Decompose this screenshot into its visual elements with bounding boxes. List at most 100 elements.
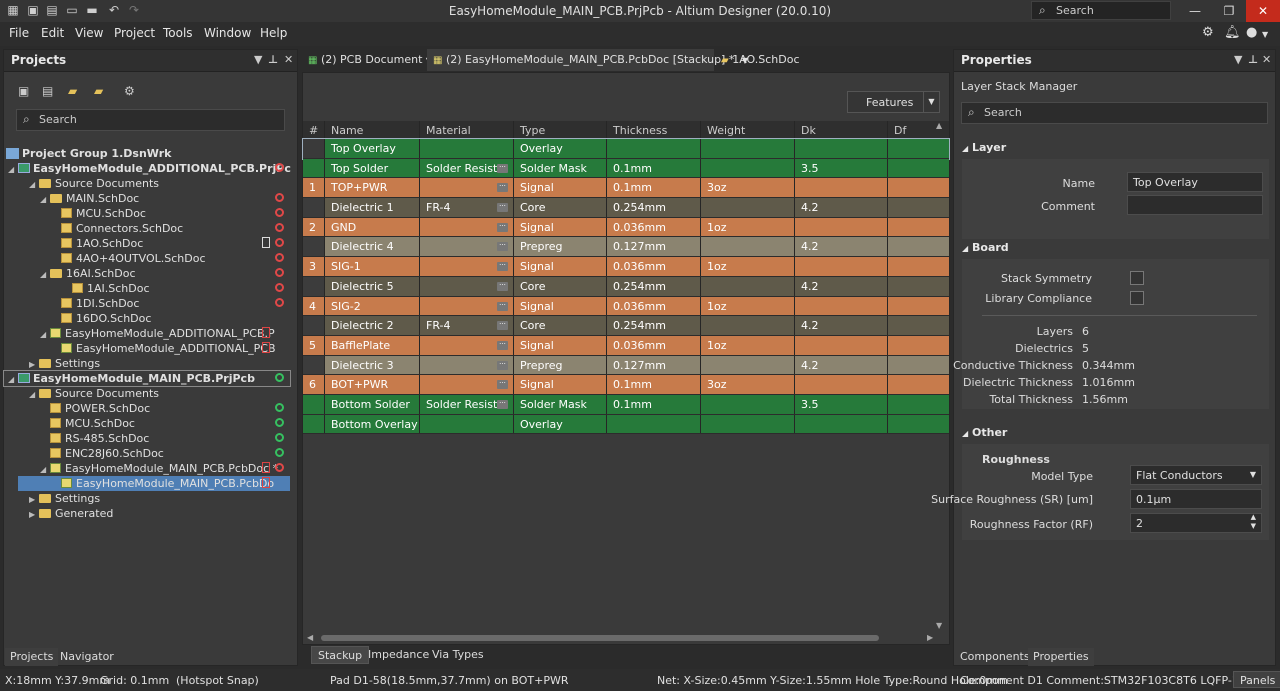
- stackup-row[interactable]: Dielectric 3 ··· Prepreg 0.127mm 4.2: [303, 355, 949, 376]
- cell-df[interactable]: [888, 415, 935, 434]
- stackup-row[interactable]: 2 GND ··· Signal 0.036mm 1oz: [303, 217, 949, 238]
- tab-components[interactable]: Components: [955, 648, 1035, 666]
- cell-name[interactable]: BafflePlate: [325, 335, 420, 355]
- cell-name[interactable]: Dielectric 1: [325, 198, 420, 217]
- collapse-arrow-icon[interactable]: ◢: [29, 177, 39, 192]
- material-browse-button[interactable]: ···: [497, 301, 508, 311]
- cell-type[interactable]: Prepreg: [514, 355, 607, 375]
- column-header-df[interactable]: Df: [888, 121, 935, 139]
- stackup-row[interactable]: Top Solder Solder Resist ··· Solder Mask 0.1…: [303, 158, 949, 179]
- tree-item[interactable]: ◢ MAIN.SchDoc: [18, 191, 290, 206]
- cell-weight[interactable]: 1oz: [701, 296, 795, 316]
- expand-arrow-icon[interactable]: ▶: [29, 507, 39, 522]
- cell-num[interactable]: 5: [303, 335, 325, 355]
- material-browse-button[interactable]: ···: [497, 203, 508, 213]
- cell-dk[interactable]: [795, 217, 888, 237]
- cell-thickness[interactable]: 0.036mm: [607, 296, 701, 316]
- cell-type[interactable]: Core: [514, 316, 607, 335]
- material-browse-button[interactable]: ···: [497, 281, 508, 291]
- cell-num[interactable]: 2: [303, 217, 325, 237]
- model-type-select[interactable]: Flat Conductors ▼: [1130, 465, 1262, 485]
- tree-item[interactable]: ◢ EasyHomeModule_ADDITIONAL_PCB.P: [18, 326, 290, 341]
- material-browse-button[interactable]: ···: [497, 399, 508, 409]
- scroll-left-icon[interactable]: ◀: [307, 633, 313, 642]
- stackup-row[interactable]: 4 SIG-2 ··· Signal 0.036mm 1oz: [303, 296, 949, 317]
- menu-edit[interactable]: Edit: [41, 26, 64, 40]
- column-header-material[interactable]: Material: [420, 121, 514, 139]
- cell-weight[interactable]: 1oz: [701, 335, 795, 355]
- cell-name[interactable]: TOP+PWR: [325, 178, 420, 198]
- tree-item[interactable]: RS-485.SchDoc: [18, 431, 290, 446]
- tree-item[interactable]: ▶ Generated: [18, 506, 290, 521]
- cell-dk[interactable]: 4.2: [795, 316, 888, 335]
- account-dropdown-icon[interactable]: ▼: [1262, 30, 1268, 39]
- project-options-folder-icon[interactable]: ▰: [94, 84, 103, 98]
- cell-name[interactable]: SIG-2: [325, 296, 420, 316]
- cell-name[interactable]: SIG-1: [325, 257, 420, 276]
- cell-num[interactable]: [303, 198, 325, 217]
- cell-type[interactable]: Signal: [514, 257, 607, 276]
- cell-thickness[interactable]: 0.1mm: [607, 375, 701, 394]
- cell-num[interactable]: [303, 139, 325, 158]
- cell-thickness[interactable]: 0.1mm: [607, 394, 701, 414]
- tree-item[interactable]: ◢ EasyHomeModule_MAIN_PCB.PcbDoc *: [18, 461, 290, 476]
- tree-item[interactable]: Project Group 1.DsnWrk: [4, 146, 290, 161]
- column-header-thickness[interactable]: Thickness: [607, 121, 701, 139]
- cell-name[interactable]: Bottom Overlay: [325, 414, 420, 434]
- cell-df[interactable]: [888, 316, 935, 335]
- expand-arrow-icon[interactable]: ▶: [29, 492, 39, 507]
- material-browse-button[interactable]: ···: [497, 242, 508, 252]
- tree-item[interactable]: Connectors.SchDoc: [18, 221, 290, 236]
- menu-help[interactable]: Help: [260, 26, 287, 40]
- close-button[interactable]: ✕: [1246, 0, 1280, 22]
- layer-name-input[interactable]: Top Overlay: [1127, 172, 1263, 192]
- cell-type[interactable]: Signal: [514, 375, 607, 394]
- tree-item[interactable]: ENC28J60.SchDoc: [18, 446, 290, 461]
- material-browse-button[interactable]: ···: [497, 222, 508, 232]
- panel-menu-icon[interactable]: ▼: [1234, 53, 1242, 66]
- cell-name[interactable]: Dielectric 4: [325, 237, 420, 257]
- scroll-down-icon[interactable]: ▼: [936, 621, 942, 630]
- chevron-down-icon[interactable]: ▼: [923, 92, 939, 112]
- stackup-row[interactable]: Dielectric 2 FR-4 ··· Core 0.254mm 4.2: [303, 316, 949, 336]
- cell-num[interactable]: [303, 355, 325, 375]
- collapse-arrow-icon[interactable]: ◢: [40, 192, 50, 207]
- features-button[interactable]: Features ▼: [847, 91, 940, 113]
- cell-thickness[interactable]: 0.036mm: [607, 257, 701, 276]
- cell-df[interactable]: [888, 336, 935, 355]
- collapse-arrow-icon[interactable]: ◢: [40, 462, 50, 477]
- collapse-arrow-icon[interactable]: ◢: [29, 387, 39, 402]
- material-browse-button[interactable]: ···: [497, 163, 508, 173]
- tree-item[interactable]: 1DI.SchDoc: [18, 296, 290, 311]
- expand-arrow-icon[interactable]: ▶: [29, 357, 39, 372]
- collapse-arrow-icon[interactable]: ◢: [40, 327, 50, 342]
- cell-num[interactable]: 3: [303, 257, 325, 276]
- stackup-row[interactable]: 1 TOP+PWR ··· Signal 0.1mm 3oz: [303, 178, 949, 199]
- material-browse-button[interactable]: ···: [497, 321, 508, 331]
- stackup-row[interactable]: 5 BafflePlate ··· Signal 0.036mm 1oz: [303, 335, 949, 356]
- stackup-row[interactable]: Dielectric 1 FR-4 ··· Core 0.254mm 4.2: [303, 198, 949, 218]
- tree-item[interactable]: EasyHomeModule_ADDITIONAL_PCB: [18, 341, 290, 356]
- cell-thickness[interactable]: [607, 139, 701, 158]
- cell-df[interactable]: [888, 297, 935, 316]
- cell-type[interactable]: Core: [514, 198, 607, 217]
- cell-type[interactable]: Overlay: [514, 139, 607, 158]
- cell-thickness[interactable]: 0.1mm: [607, 178, 701, 198]
- cell-df[interactable]: [888, 375, 935, 394]
- cell-type[interactable]: Solder Mask: [514, 158, 607, 178]
- cell-weight[interactable]: 3oz: [701, 178, 795, 198]
- cell-type[interactable]: Signal: [514, 217, 607, 237]
- cell-num[interactable]: 6: [303, 375, 325, 394]
- collapse-arrow-icon[interactable]: ◢: [8, 162, 18, 177]
- column-header-num[interactable]: #: [303, 121, 325, 139]
- tree-item[interactable]: ◢ Source Documents: [18, 386, 290, 401]
- properties-search-input[interactable]: ⌕ Search: [961, 102, 1268, 124]
- cell-dk[interactable]: 4.2: [795, 276, 888, 296]
- cell-df[interactable]: [888, 139, 935, 158]
- menu-file[interactable]: File: [9, 26, 29, 40]
- cell-dk[interactable]: [795, 296, 888, 316]
- cell-num[interactable]: [303, 158, 325, 178]
- cell-name[interactable]: Dielectric 2: [325, 316, 420, 335]
- cell-name[interactable]: Dielectric 5: [325, 276, 420, 296]
- layer-section-header[interactable]: ◢ Layer: [962, 141, 1006, 154]
